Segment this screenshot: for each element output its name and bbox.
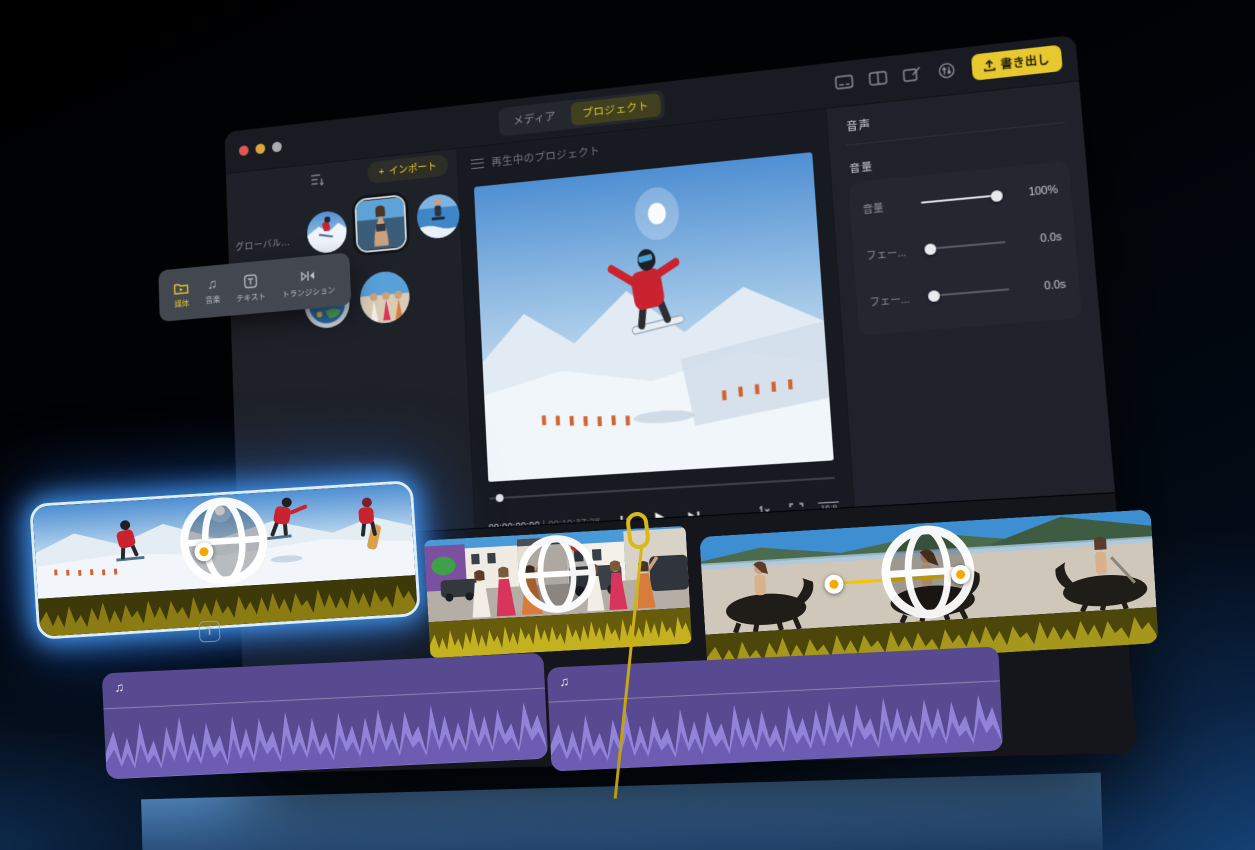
- fade-in-value: 0.0s: [1039, 230, 1063, 246]
- thumbnail-wakeboard[interactable]: [416, 192, 461, 241]
- music-note-icon: ♫: [207, 275, 218, 293]
- folder-global[interactable]: グローバル...: [235, 234, 290, 254]
- library-panel: + インポート グローバル... テンポラリ... 媒体: [158, 149, 475, 542]
- tab-media[interactable]: メディア: [501, 104, 567, 134]
- export-label: 書き出し: [1000, 54, 1051, 72]
- fade-out-slider-thumb[interactable]: [928, 289, 941, 302]
- fade-in-label: フェー...: [865, 247, 907, 263]
- clip-horse-beach[interactable]: [699, 509, 1159, 671]
- thumbnail-snowboard[interactable]: [306, 209, 348, 255]
- media-folder-icon: [173, 279, 189, 295]
- project-title: 再生中のプロジェクト: [491, 145, 601, 169]
- popup-label-text: テキスト: [236, 290, 267, 303]
- music-note-icon: ♫: [559, 673, 570, 690]
- sort-icon[interactable]: [310, 173, 325, 187]
- tab-project[interactable]: プロジェクト: [570, 93, 662, 126]
- globe-icon: [424, 526, 690, 622]
- transition-icon: [300, 267, 315, 283]
- clip-street-girls[interactable]: [423, 525, 693, 659]
- fade-out-slider[interactable]: [928, 288, 1010, 302]
- close-button[interactable]: [238, 145, 249, 157]
- popup-label-media: 媒体: [174, 297, 190, 309]
- text-box-icon: [243, 273, 258, 289]
- thumbnail-girls-street[interactable]: [359, 269, 411, 325]
- audio-panel: 音声 音量 音量 100% フェー... 0.0s フェー... 0.0s: [826, 81, 1115, 507]
- volume-label: 音量: [862, 202, 884, 216]
- music-note-icon: ♫: [114, 679, 125, 695]
- popup-label-music: 音楽: [205, 293, 221, 305]
- video-preview[interactable]: [473, 152, 834, 482]
- popup-item-media[interactable]: 媒体: [173, 279, 189, 309]
- thumbnail-beach-girl[interactable]: [354, 194, 408, 254]
- snowboard-preview-frame: [473, 152, 834, 482]
- plus-icon: +: [378, 165, 385, 178]
- audio-clip-2[interactable]: ♫: [546, 646, 1004, 772]
- adjust-dial-icon[interactable]: [937, 62, 957, 80]
- export-button[interactable]: 書き出し: [970, 44, 1063, 81]
- text-track-letter: T: [205, 625, 214, 638]
- text-track-icon[interactable]: T: [198, 620, 221, 643]
- subtitle-card-icon[interactable]: [834, 73, 854, 91]
- scrub-handle[interactable]: [495, 493, 504, 503]
- popup-item-transition[interactable]: トランジション: [281, 266, 335, 300]
- popup-label-transition: トランジション: [281, 284, 336, 299]
- fade-out-label: フェー...: [869, 294, 911, 309]
- import-label: インポート: [388, 160, 438, 177]
- volume-slider[interactable]: [920, 189, 1003, 204]
- fade-in-slider-thumb[interactable]: [924, 242, 937, 255]
- volume-value: 100%: [1028, 183, 1059, 199]
- fade-in-slider[interactable]: [924, 241, 1006, 255]
- compose-icon[interactable]: [902, 65, 922, 83]
- volume-slider-thumb[interactable]: [990, 189, 1003, 202]
- audio-clip-1[interactable]: ♫: [101, 652, 549, 780]
- upload-icon: [983, 59, 996, 72]
- volume-card: 音量 100% フェー... 0.0s フェー... 0.0s: [848, 160, 1082, 336]
- preview-panel: 再生中のプロジェクト: [456, 108, 855, 533]
- fullscreen-button[interactable]: [271, 141, 282, 153]
- import-button[interactable]: + インポート: [367, 153, 449, 184]
- girls-filmstrip: [423, 525, 691, 623]
- split-view-icon[interactable]: [868, 69, 888, 87]
- minimize-button[interactable]: [255, 143, 266, 155]
- desk-base-surface: [141, 772, 1103, 850]
- fade-out-value: 0.0s: [1043, 278, 1067, 293]
- preview-header: 再生中のプロジェクト: [470, 143, 601, 172]
- popup-item-music[interactable]: ♫ 音楽: [205, 275, 221, 305]
- traffic-lights: [238, 141, 282, 157]
- popup-item-text[interactable]: テキスト: [235, 272, 266, 303]
- clip-snowboard-selected[interactable]: [29, 480, 421, 640]
- hamburger-icon[interactable]: [470, 158, 485, 170]
